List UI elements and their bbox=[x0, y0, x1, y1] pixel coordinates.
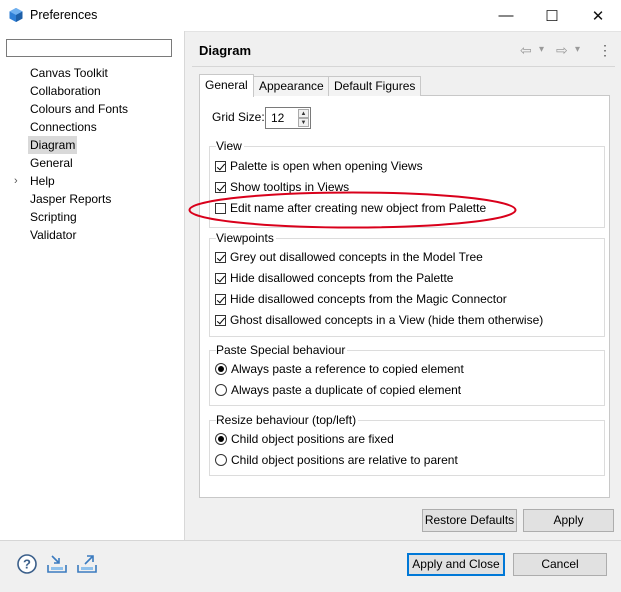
view-menu-icon[interactable]: ⋮ bbox=[598, 40, 612, 60]
forward-arrow-icon[interactable]: ⇨ bbox=[556, 40, 568, 60]
tree-item-jasper-reports[interactable]: Jasper Reports bbox=[28, 190, 113, 208]
checkbox[interactable] bbox=[215, 272, 226, 284]
grid-size-spinner[interactable]: 12 ▲ ▼ bbox=[265, 107, 311, 129]
tree-item-general[interactable]: General bbox=[28, 154, 75, 172]
paste-option[interactable]: Always paste a duplicate of copied eleme… bbox=[215, 381, 461, 399]
tree-item-connections[interactable]: Connections bbox=[28, 118, 99, 136]
view-group-title: View bbox=[216, 139, 244, 153]
tree-item-diagram[interactable]: Diagram bbox=[28, 136, 78, 154]
expand-chevron-icon[interactable]: › bbox=[14, 172, 24, 190]
tree-item-canvas-toolkit[interactable]: Canvas Toolkit bbox=[28, 64, 110, 82]
footer-separator bbox=[0, 540, 621, 541]
help-icon[interactable]: ? bbox=[16, 553, 38, 575]
page-title: Diagram bbox=[199, 43, 252, 58]
spin-up-icon[interactable]: ▲ bbox=[298, 109, 309, 118]
resize-option[interactable]: Child object positions are relative to p… bbox=[215, 451, 458, 469]
close-button[interactable]: ✕ bbox=[575, 0, 621, 31]
radio-button[interactable] bbox=[215, 454, 227, 466]
tree-item-validator[interactable]: Validator bbox=[28, 226, 78, 244]
viewpoints-group-title: Viewpoints bbox=[216, 231, 276, 245]
back-arrow-icon[interactable]: ⇦ bbox=[520, 40, 532, 60]
apply-and-close-button[interactable]: Apply and Close bbox=[407, 553, 505, 576]
paste-option-label: Always paste a duplicate of copied eleme… bbox=[231, 383, 462, 397]
header-separator bbox=[192, 66, 615, 67]
viewpoints-option[interactable]: Ghost disallowed concepts in a View (hid… bbox=[215, 311, 543, 329]
maximize-button[interactable]: ☐ bbox=[529, 0, 575, 31]
viewpoints-option-label: Grey out disallowed concepts in the Mode… bbox=[230, 250, 483, 264]
cancel-button[interactable]: Cancel bbox=[513, 553, 607, 576]
viewpoints-option-label: Hide disallowed concepts from the Palett… bbox=[230, 271, 454, 285]
view-option-label: Palette is open when opening Views bbox=[230, 159, 423, 173]
apply-button[interactable]: Apply bbox=[523, 509, 614, 532]
minimize-button[interactable]: — bbox=[483, 0, 529, 31]
svg-text:?: ? bbox=[23, 557, 31, 572]
tab-appearance[interactable]: Appearance bbox=[253, 76, 330, 96]
restore-defaults-button[interactable]: Restore Defaults bbox=[422, 509, 517, 532]
back-dropdown-icon[interactable]: ▾ bbox=[539, 40, 544, 60]
paste-group-title: Paste Special behaviour bbox=[216, 343, 348, 357]
resize-option-label: Child object positions are relative to p… bbox=[231, 453, 458, 467]
radio-button[interactable] bbox=[215, 433, 227, 445]
tree-item-colours-and-fonts[interactable]: Colours and Fonts bbox=[28, 100, 130, 118]
highlight-ellipse bbox=[188, 191, 517, 229]
checkbox[interactable] bbox=[215, 314, 226, 326]
import-icon[interactable] bbox=[46, 553, 68, 575]
tree-item-help[interactable]: Help bbox=[28, 172, 57, 190]
checkbox[interactable] bbox=[215, 251, 226, 263]
grid-size-value[interactable]: 12 bbox=[271, 111, 284, 125]
viewpoints-option[interactable]: Grey out disallowed concepts in the Mode… bbox=[215, 248, 483, 266]
tree-item-collaboration[interactable]: Collaboration bbox=[28, 82, 103, 100]
view-option[interactable]: Palette is open when opening Views bbox=[215, 157, 423, 175]
checkbox[interactable] bbox=[215, 293, 226, 305]
radio-button[interactable] bbox=[215, 363, 227, 375]
viewpoints-option-label: Ghost disallowed concepts in a View (hid… bbox=[230, 313, 544, 327]
export-icon[interactable] bbox=[76, 553, 98, 575]
resize-group-title: Resize behaviour (top/left) bbox=[216, 413, 359, 427]
window-title: Preferences bbox=[30, 8, 98, 22]
paste-option-label: Always paste a reference to copied eleme… bbox=[231, 362, 464, 376]
tab-default-figures[interactable]: Default Figures bbox=[328, 76, 422, 96]
tab-general[interactable]: General bbox=[199, 74, 254, 97]
resize-option-label: Child object positions are fixed bbox=[231, 432, 394, 446]
paste-option[interactable]: Always paste a reference to copied eleme… bbox=[215, 360, 464, 378]
filter-input[interactable] bbox=[6, 39, 172, 57]
spin-down-icon[interactable]: ▼ bbox=[298, 118, 309, 127]
tree-item-scripting[interactable]: Scripting bbox=[28, 208, 79, 226]
viewpoints-option-label: Hide disallowed concepts from the Magic … bbox=[230, 292, 507, 306]
viewpoints-option[interactable]: Hide disallowed concepts from the Magic … bbox=[215, 290, 507, 308]
grid-size-label: Grid Size: bbox=[212, 110, 265, 124]
radio-button[interactable] bbox=[215, 384, 227, 396]
app-icon bbox=[9, 8, 23, 22]
checkbox[interactable] bbox=[215, 160, 226, 172]
viewpoints-option[interactable]: Hide disallowed concepts from the Palett… bbox=[215, 269, 453, 287]
resize-option[interactable]: Child object positions are fixed bbox=[215, 430, 394, 448]
forward-dropdown-icon[interactable]: ▾ bbox=[575, 40, 580, 60]
